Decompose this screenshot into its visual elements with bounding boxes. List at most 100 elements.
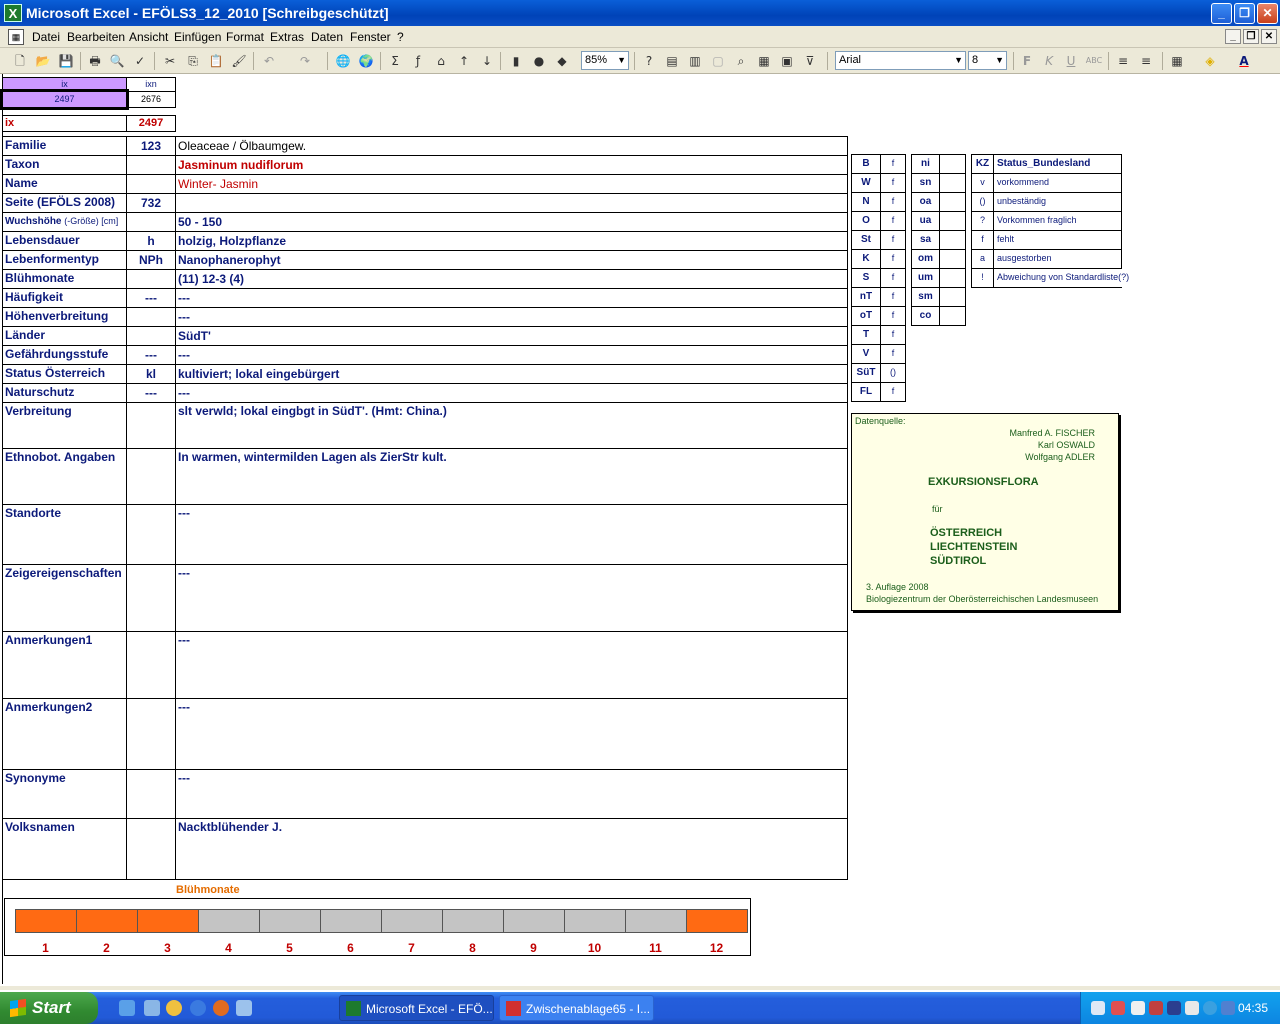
row-value[interactable]: Jasminum nudiflorum (175, 155, 848, 175)
row-value[interactable]: --- (175, 383, 848, 403)
legend-status-text[interactable]: ausgestorben (993, 249, 1122, 269)
new-icon[interactable]: 🗋 (11, 52, 29, 70)
row-label[interactable]: Seite (EFÖLS 2008) (2, 193, 127, 213)
legend-altitude-code[interactable]: sm (911, 287, 940, 307)
zoom-select[interactable]: 85% ▼ (581, 51, 629, 70)
row-code[interactable] (126, 307, 176, 327)
legend-region-code[interactable]: O (851, 211, 881, 231)
format-painter-icon[interactable]: 🖌 (230, 52, 248, 70)
legend-region-code[interactable]: V (851, 344, 881, 364)
row-label[interactable]: Zeigereigenschaften (2, 564, 127, 632)
print-icon[interactable]: 🖶 (86, 52, 104, 70)
legend-region-value[interactable]: f (880, 154, 906, 174)
row-code[interactable] (126, 504, 176, 565)
internet-explorer-icon[interactable] (190, 1000, 206, 1016)
menu-help[interactable]: ? (397, 30, 404, 44)
start-button[interactable]: Start (0, 992, 98, 1024)
underline-icon[interactable]: U (1062, 52, 1080, 70)
legend-region-value[interactable]: f (880, 192, 906, 212)
doc-minimize-button[interactable]: _ (1225, 29, 1241, 44)
strikethrough-icon[interactable]: ABC (1085, 52, 1103, 70)
row-label[interactable]: Synonyme (2, 769, 127, 819)
row-code[interactable] (126, 769, 176, 819)
restore-button[interactable]: ❐ (1234, 3, 1255, 24)
borders-icon[interactable]: ▦ (1168, 52, 1186, 70)
tool-icon[interactable]: ▦ (755, 52, 773, 70)
row-code[interactable] (126, 698, 176, 770)
legend-altitude-code[interactable]: ua (911, 211, 940, 231)
row-code[interactable] (126, 631, 176, 699)
legend-altitude-value[interactable] (939, 249, 966, 269)
row-value[interactable]: --- (175, 769, 848, 819)
legend-altitude-value[interactable] (939, 173, 966, 193)
sort-descending-icon[interactable]: ↓ (478, 52, 496, 70)
ix-label-cell[interactable]: ix (2, 115, 127, 132)
bloom-month-bar[interactable] (137, 909, 199, 933)
bloom-month-bar[interactable] (320, 909, 382, 933)
row-value[interactable]: Winter- Jasmin (175, 174, 848, 194)
shield-icon[interactable] (1167, 1001, 1181, 1015)
workbook-icon[interactable]: ▦ (8, 29, 24, 45)
legend-altitude-code[interactable]: co (911, 306, 940, 326)
info-icon[interactable] (1203, 1001, 1217, 1015)
autofilter-icon[interactable]: ⊽ (801, 52, 819, 70)
bloom-month-bar[interactable] (442, 909, 504, 933)
row-code[interactable] (126, 448, 176, 505)
row-code[interactable]: --- (126, 345, 176, 365)
row-code[interactable]: --- (126, 383, 176, 403)
ix-header-cell[interactable]: ix (2, 77, 127, 92)
row-value[interactable]: In warmen, wintermilden Lagen als ZierSt… (175, 448, 848, 505)
legend-region-value[interactable]: f (880, 344, 906, 364)
security-icon[interactable] (1149, 1001, 1163, 1015)
row-label[interactable]: Ethnobot. Angaben (2, 448, 127, 505)
row-code[interactable]: NPh (126, 250, 176, 270)
search-icon[interactable] (1131, 1001, 1145, 1015)
legend-altitude-code[interactable]: um (911, 268, 940, 288)
redo-icon[interactable]: ↷ (296, 52, 314, 70)
row-code[interactable] (126, 402, 176, 449)
row-label[interactable]: Lebenformentyp (2, 250, 127, 270)
legend-region-code[interactable]: nT (851, 287, 881, 307)
legend-status-code[interactable]: ? (971, 211, 994, 231)
quicklaunch-icon[interactable] (236, 1000, 252, 1016)
legend-status-code[interactable]: a (971, 249, 994, 269)
bloom-chart[interactable]: 1 2 3 4 5 6 7 8 9 10 11 12 (4, 898, 751, 956)
worksheet[interactable]: ix ixn 2497 2676 ix 2497 Familie 123 Oleac… (0, 74, 1280, 990)
legend-region-code[interactable]: SüT (851, 363, 881, 383)
legend-region-value[interactable]: f (880, 287, 906, 307)
legend-status-code[interactable]: v (971, 173, 994, 193)
drawing-icon[interactable]: ◆ (553, 52, 571, 70)
row-value[interactable]: slt verwld; lokal eingbgt in SüdT'. (Hmt… (175, 402, 848, 449)
row-label[interactable]: Gefährdungsstufe (2, 345, 127, 365)
menu-format[interactable]: Format (226, 30, 264, 44)
autosum-icon[interactable]: Σ (386, 52, 404, 70)
ix-red-value-cell[interactable]: 2497 (126, 115, 176, 132)
bloom-month-bar[interactable] (198, 909, 260, 933)
font-size-select[interactable]: 8 ▼ (968, 51, 1007, 70)
menu-daten[interactable]: Daten (311, 30, 343, 44)
menu-fenster[interactable]: Fenster (350, 30, 391, 44)
row-value[interactable]: 50 - 150 (175, 212, 848, 232)
bloom-month-bar[interactable] (625, 909, 687, 933)
row-value[interactable]: Oleaceae / Ölbaumgew. (175, 136, 848, 156)
menu-ansicht[interactable]: Ansicht (129, 30, 168, 44)
undo-icon[interactable]: ↶ (260, 52, 278, 70)
tray-icon[interactable] (1111, 1001, 1125, 1015)
align-center-icon[interactable]: ≡ (1137, 52, 1155, 70)
chart-wizard-icon[interactable]: ⌂ (432, 52, 450, 70)
menu-extras[interactable]: Extras (270, 30, 304, 44)
row-value[interactable]: holzig, Holzpflanze (175, 231, 848, 251)
row-label[interactable]: Anmerkungen1 (2, 631, 127, 699)
print-preview-icon[interactable]: 🔍 (108, 52, 126, 70)
row-label[interactable]: Name (2, 174, 127, 194)
row-value[interactable]: (11) 12-3 (4) (175, 269, 848, 289)
legend-region-value[interactable]: f (880, 211, 906, 231)
spelling-icon[interactable]: ✓ (131, 52, 149, 70)
legend-altitude-code[interactable]: sa (911, 230, 940, 250)
row-label[interactable]: Höhenverbreitung (2, 307, 127, 327)
function-icon[interactable]: ƒ (409, 52, 427, 70)
row-value[interactable] (175, 193, 848, 213)
legend-region-value[interactable]: f (880, 173, 906, 193)
doc-close-button[interactable]: ✕ (1261, 29, 1277, 44)
legend-altitude-value[interactable] (939, 268, 966, 288)
